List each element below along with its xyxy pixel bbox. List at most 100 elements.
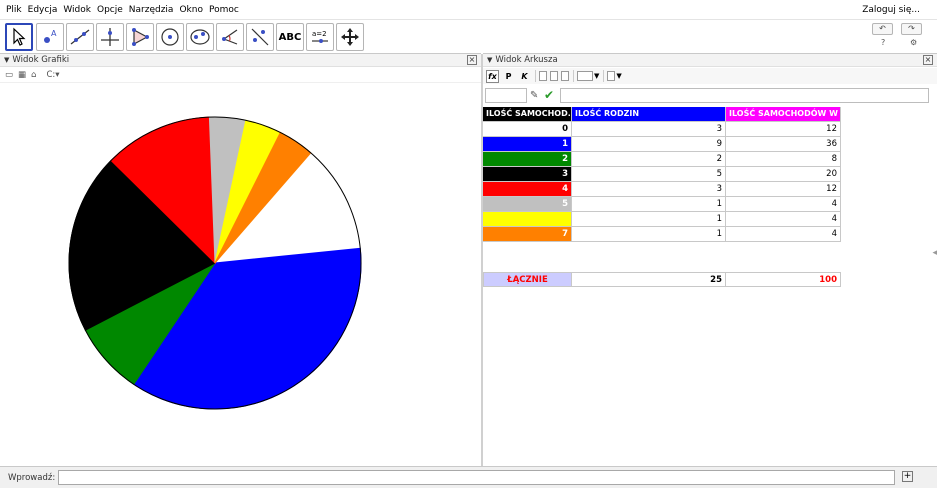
slider-tool-button[interactable]: a=2 <box>306 23 334 51</box>
axes-toggle-icon[interactable]: ▭ <box>5 70 13 80</box>
align-center-icon[interactable] <box>550 71 558 81</box>
graphics-panel-header: ▼ Widok Grafiki × <box>0 53 481 67</box>
chevron-down-icon[interactable]: ▼ <box>616 72 621 80</box>
expand-input-icon[interactable]: + <box>902 471 913 482</box>
total-percent-cell[interactable]: 100 <box>726 272 841 287</box>
check-icon[interactable]: ✔ <box>544 88 556 102</box>
families-cell[interactable]: 5 <box>572 167 726 182</box>
menu-item-6[interactable]: Pomoc <box>206 0 242 20</box>
percent-cell[interactable]: 12 <box>726 122 841 137</box>
menu-item-3[interactable]: Opcje <box>94 0 126 20</box>
align-left-icon[interactable] <box>539 71 547 81</box>
circle-tool-button[interactable] <box>156 23 184 51</box>
point-capture-label: C: <box>46 70 56 80</box>
sheet-panel-title: Widok Arkusza <box>495 55 558 65</box>
polygon-tool-button[interactable] <box>126 23 154 51</box>
cars-count-cell[interactable]: 4 <box>483 182 572 197</box>
bold-button[interactable]: P <box>502 70 515 83</box>
toolbar: A ABC a=2 ↶ ↷ ? ⚙ <box>0 20 937 53</box>
cars-count-cell[interactable]: 3 <box>483 167 572 182</box>
cars-count-cell[interactable]: 1 <box>483 137 572 152</box>
percent-cell[interactable]: 4 <box>726 227 841 242</box>
menu-item-4[interactable]: Narzędzia <box>126 0 177 20</box>
menu-item-5[interactable]: Okno <box>176 0 206 20</box>
cars-count-cell[interactable]: 6 <box>483 212 572 227</box>
percent-cell[interactable]: 12 <box>726 182 841 197</box>
point-capture-dropdown[interactable]: C:▾ <box>41 70 59 80</box>
column-header-families[interactable]: ILOŚĆ RODZIN <box>572 107 726 122</box>
percent-cell[interactable]: 20 <box>726 167 841 182</box>
table-row: 514 <box>483 197 841 212</box>
percent-cell[interactable]: 36 <box>726 137 841 152</box>
percent-cell[interactable]: 4 <box>726 212 841 227</box>
graphics-view[interactable] <box>0 84 481 466</box>
ellipse-icon <box>190 29 210 45</box>
perpendicular-tool-button[interactable] <box>96 23 124 51</box>
input-field[interactable] <box>58 470 896 485</box>
families-cell[interactable]: 2 <box>572 152 726 167</box>
collapse-triangle-icon[interactable]: ▼ <box>4 56 9 64</box>
circle-icon <box>161 28 179 46</box>
menu-bar: Plik Edycja Widok Opcje Narzędzia Okno Pomoc <box>0 0 937 20</box>
menu-item-0[interactable]: Plik <box>3 0 25 20</box>
slider-icon: a=2 <box>312 30 328 43</box>
reflect-tool-button[interactable] <box>246 23 274 51</box>
grid-toggle-icon[interactable]: ▦ <box>18 70 26 80</box>
point-icon: A <box>44 29 57 43</box>
column-header-percent[interactable]: ILOŚĆ SAMOCHODÓW W % <box>726 107 841 122</box>
move-tool-button[interactable] <box>5 23 33 51</box>
menu-item-1[interactable]: Edycja <box>25 0 61 20</box>
point-tool-button[interactable]: A <box>36 23 64 51</box>
cell-reference-field[interactable] <box>485 87 527 103</box>
total-families-cell[interactable]: 25 <box>572 272 726 287</box>
eraser-icon[interactable]: ✎ <box>530 90 542 101</box>
text-tool-button[interactable]: ABC <box>276 23 304 51</box>
collapse-triangle-icon[interactable]: ▼ <box>487 56 492 64</box>
sheet-panel-header: ▼ Widok Arkusza × <box>483 53 937 67</box>
families-cell[interactable]: 1 <box>572 227 726 242</box>
undo-button[interactable]: ↶ <box>872 23 893 35</box>
cars-count-cell[interactable]: 5 <box>483 197 572 212</box>
close-icon[interactable]: × <box>923 55 933 65</box>
table-row: 714 <box>483 227 841 242</box>
percent-cell[interactable]: 8 <box>726 152 841 167</box>
menu-item-2[interactable]: Widok <box>60 0 94 20</box>
cars-count-cell[interactable]: 0 <box>483 122 572 137</box>
italic-button[interactable]: K <box>518 70 531 83</box>
help-icon[interactable]: ? <box>881 38 885 47</box>
families-cell[interactable]: 3 <box>572 182 726 197</box>
sheet-input-row: ✎ ✔ <box>483 86 937 104</box>
conic-tool-button[interactable] <box>186 23 214 51</box>
close-icon[interactable]: × <box>467 55 477 65</box>
chevron-down-icon[interactable]: ▼ <box>594 72 599 80</box>
angle-tool-button[interactable] <box>216 23 244 51</box>
align-right-icon[interactable] <box>561 71 569 81</box>
table-row: 3 5 20 <box>483 167 841 182</box>
login-link[interactable]: Zaloguj się... <box>862 0 920 20</box>
total-label-cell[interactable]: ŁĄCZNIE <box>483 272 572 287</box>
families-cell[interactable]: 1 <box>572 212 726 227</box>
home-icon[interactable]: ⌂ <box>31 70 36 80</box>
percent-cell[interactable]: 4 <box>726 197 841 212</box>
families-cell[interactable]: 9 <box>572 137 726 152</box>
side-panel-arrow-icon[interactable]: ◂ <box>932 248 937 258</box>
column-header-cars[interactable]: ILOŚĆ SAMOCHOD... <box>483 107 572 122</box>
cars-count-cell[interactable]: 7 <box>483 227 572 242</box>
settings-icon[interactable]: ⚙ <box>910 38 917 47</box>
reflect-line-icon <box>251 28 269 46</box>
move-view-tool-button[interactable] <box>336 23 364 51</box>
border-style-icon[interactable] <box>607 71 616 81</box>
background-color-icon[interactable] <box>577 71 593 81</box>
graphics-style-bar: ▭ ▦ ⌂ C:▾ <box>0 68 481 83</box>
redo-button[interactable]: ↷ <box>901 23 922 35</box>
formula-input[interactable] <box>560 87 929 103</box>
families-cell[interactable]: 1 <box>572 197 726 212</box>
slider-tool-label: a=2 <box>312 30 327 38</box>
line-tool-button[interactable] <box>66 23 94 51</box>
formula-toggle-button[interactable]: fx <box>486 69 499 83</box>
cars-count-cell[interactable]: 2 <box>483 152 572 167</box>
table-row: 1 9 36 <box>483 137 841 152</box>
table-row: 0 3 12 <box>483 122 841 137</box>
families-cell[interactable]: 3 <box>572 122 726 137</box>
header-row: ILOŚĆ SAMOCHOD... ILOŚĆ RODZIN ILOŚĆ SAM… <box>483 107 841 122</box>
